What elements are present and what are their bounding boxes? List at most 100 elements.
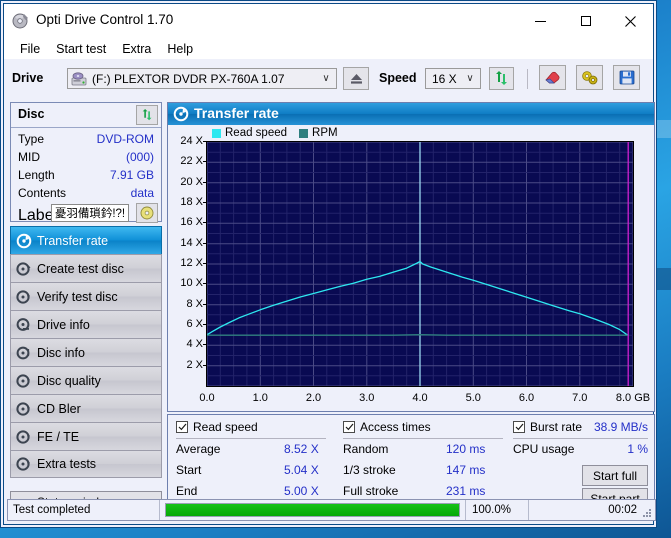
chart-x-axis: 0.0 1.0 2.0 3.0 4.0 5.0 6.0 7.0 8.0 GB — [168, 389, 656, 409]
disc-label-field[interactable]: 憂羽備瑣鈐!?! — [51, 204, 129, 222]
disc-create-icon — [11, 261, 37, 277]
key-end: End — [176, 484, 198, 498]
disc-info-icon — [11, 345, 37, 361]
eject-button[interactable] — [343, 67, 369, 90]
y-tick-label: 22 X — [180, 155, 203, 168]
refresh-button[interactable] — [489, 67, 514, 90]
legend-label-read-speed: Read speed — [225, 127, 288, 139]
chart-canvas — [206, 141, 634, 387]
disc-key-type: Type — [18, 132, 45, 146]
x-tick-label: 5.0 — [465, 392, 481, 404]
minimize-button[interactable] — [518, 4, 563, 38]
value-full-stroke: 231 ms — [446, 484, 486, 498]
refresh-icon — [142, 109, 151, 121]
sidebar-item-transfer-rate[interactable]: Transfer rate — [10, 226, 162, 254]
disc-refresh-button[interactable] — [136, 105, 158, 125]
elapsed-time: 00:02 — [608, 504, 637, 516]
sidebar-label-cd-bler: CD Bler — [37, 401, 81, 416]
y-tick-label: 10 X — [180, 277, 203, 290]
access-times-checkbox[interactable] — [343, 421, 355, 433]
x-tick-label: 4.0 — [412, 392, 428, 404]
sidebar-item-fe-te[interactable]: FE / TE — [10, 422, 162, 450]
burst-rate-header: Burst rate 38.9 MB/s — [513, 420, 648, 434]
legend-label-rpm: RPM — [312, 127, 338, 139]
sidebar-nav: Transfer rate Create test disc Verify te… — [10, 226, 162, 478]
sidebar-item-verify-test-disc[interactable]: Verify test disc — [10, 282, 162, 310]
value-end: 5.00 X — [284, 484, 319, 498]
y-tick-label: 2 X — [186, 358, 203, 371]
disc-drive-icon — [11, 317, 37, 333]
value-third-stroke: 147 ms — [446, 463, 486, 477]
drive-label: Drive — [12, 71, 44, 85]
disc-key-length: Length — [18, 168, 55, 182]
chart-legend: Read speed RPM — [212, 127, 338, 139]
key-third-stroke: 1/3 stroke — [343, 463, 396, 477]
disc-row-length: Length 7.91 GB — [11, 167, 161, 185]
chart-plot-area: 2 X 4 X 6 X 8 X 10 X 12 X 14 X 16 X 18 X 20 X 22 X… — [168, 135, 656, 413]
resize-grip-icon[interactable] — [641, 506, 653, 518]
menu-file[interactable]: File — [12, 41, 48, 57]
disc-row-contents: Contents data — [11, 185, 161, 203]
disc-quality-icon — [11, 373, 37, 389]
x-tick-label: 1.0 — [252, 392, 268, 404]
y-tick-label: 24 X — [180, 135, 203, 147]
x-tick-label: 2.0 — [305, 392, 322, 404]
disc-row-type: Type DVD-ROM — [11, 131, 161, 149]
menu-bar: File Start test Extra Help — [4, 38, 653, 59]
y-tick-label: 16 X — [180, 216, 203, 229]
disc-panel-title: Disc — [18, 107, 45, 121]
sidebar-item-extra-tests[interactable]: Extra tests — [10, 450, 162, 478]
speed-select[interactable]: 16 X ∨ — [425, 68, 481, 89]
speed-label: Speed — [379, 71, 417, 85]
read-speed-checkbox[interactable] — [176, 421, 188, 433]
sidebar-item-drive-info[interactable]: Drive info — [10, 310, 162, 338]
x-tick-label: 7.0 — [572, 392, 588, 404]
access-times-title: Access times — [360, 420, 431, 434]
burst-rate-checkbox[interactable] — [513, 421, 525, 433]
save-button[interactable] — [613, 65, 640, 90]
disc-value-length: 7.91 GB — [109, 168, 154, 182]
settings-button[interactable] — [576, 65, 603, 90]
drive-select[interactable]: (F:) PLEXTOR DVDR PX-760A 1.07 ∨ — [67, 68, 337, 89]
menu-extra[interactable]: Extra — [114, 41, 159, 57]
erase-button[interactable] — [539, 65, 566, 90]
y-tick-label: 20 X — [180, 175, 203, 188]
chevron-down-icon: ∨ — [466, 73, 474, 84]
x-tick-label: 0.0 — [199, 392, 215, 404]
disc-key-contents: Contents — [18, 186, 67, 200]
result-row-cpu-usage: CPU usage 1 % — [513, 439, 648, 460]
key-random: Random — [343, 442, 389, 456]
y-tick-label: 18 X — [180, 196, 203, 208]
toolbar-separator — [527, 69, 528, 89]
disc-label-button[interactable] — [136, 203, 158, 223]
menu-help[interactable]: Help — [159, 41, 201, 57]
burst-rate-title: Burst rate — [530, 420, 583, 434]
progress-bar — [165, 503, 460, 517]
disc-value-mid: (000) — [125, 150, 154, 164]
sidebar-label-extra-tests: Extra tests — [37, 457, 97, 471]
start-full-button[interactable]: Start full — [582, 465, 648, 486]
x-tick-label: 8.0 GB — [615, 392, 651, 404]
y-tick-label: 12 X — [180, 257, 203, 269]
sidebar-item-create-test-disc[interactable]: Create test disc — [10, 254, 162, 282]
chevron-down-icon: ∨ — [322, 73, 330, 84]
disc-extra-icon — [11, 456, 37, 472]
y-tick-label: 6 X — [186, 318, 203, 330]
disc-panel-header: Disc — [11, 103, 161, 128]
chart-y-axis: 2 X 4 X 6 X 8 X 10 X 12 X 14 X 16 X 18 X 20 X 22 X… — [168, 135, 206, 389]
window-controls — [518, 4, 653, 38]
menu-start-test[interactable]: Start test — [48, 41, 114, 57]
sidebar-item-cd-bler[interactable]: CD Bler — [10, 394, 162, 422]
application-window: Opti Drive Control 1.70 File Start test … — [0, 0, 657, 528]
gears-icon — [581, 70, 597, 84]
value-average: 8.52 X — [284, 442, 319, 456]
key-start: Start — [176, 463, 202, 477]
window-title: Opti Drive Control 1.70 — [36, 12, 174, 27]
sidebar-item-disc-quality[interactable]: Disc quality — [10, 366, 162, 394]
sidebar-item-disc-info[interactable]: Disc info — [10, 338, 162, 366]
burst-rate-value: 38.9 MB/s — [593, 420, 648, 434]
maximize-button[interactable] — [563, 4, 608, 38]
sidebar-label-disc-info: Disc info — [37, 345, 85, 360]
close-button[interactable] — [608, 4, 653, 38]
x-tick-label: 3.0 — [359, 392, 375, 404]
